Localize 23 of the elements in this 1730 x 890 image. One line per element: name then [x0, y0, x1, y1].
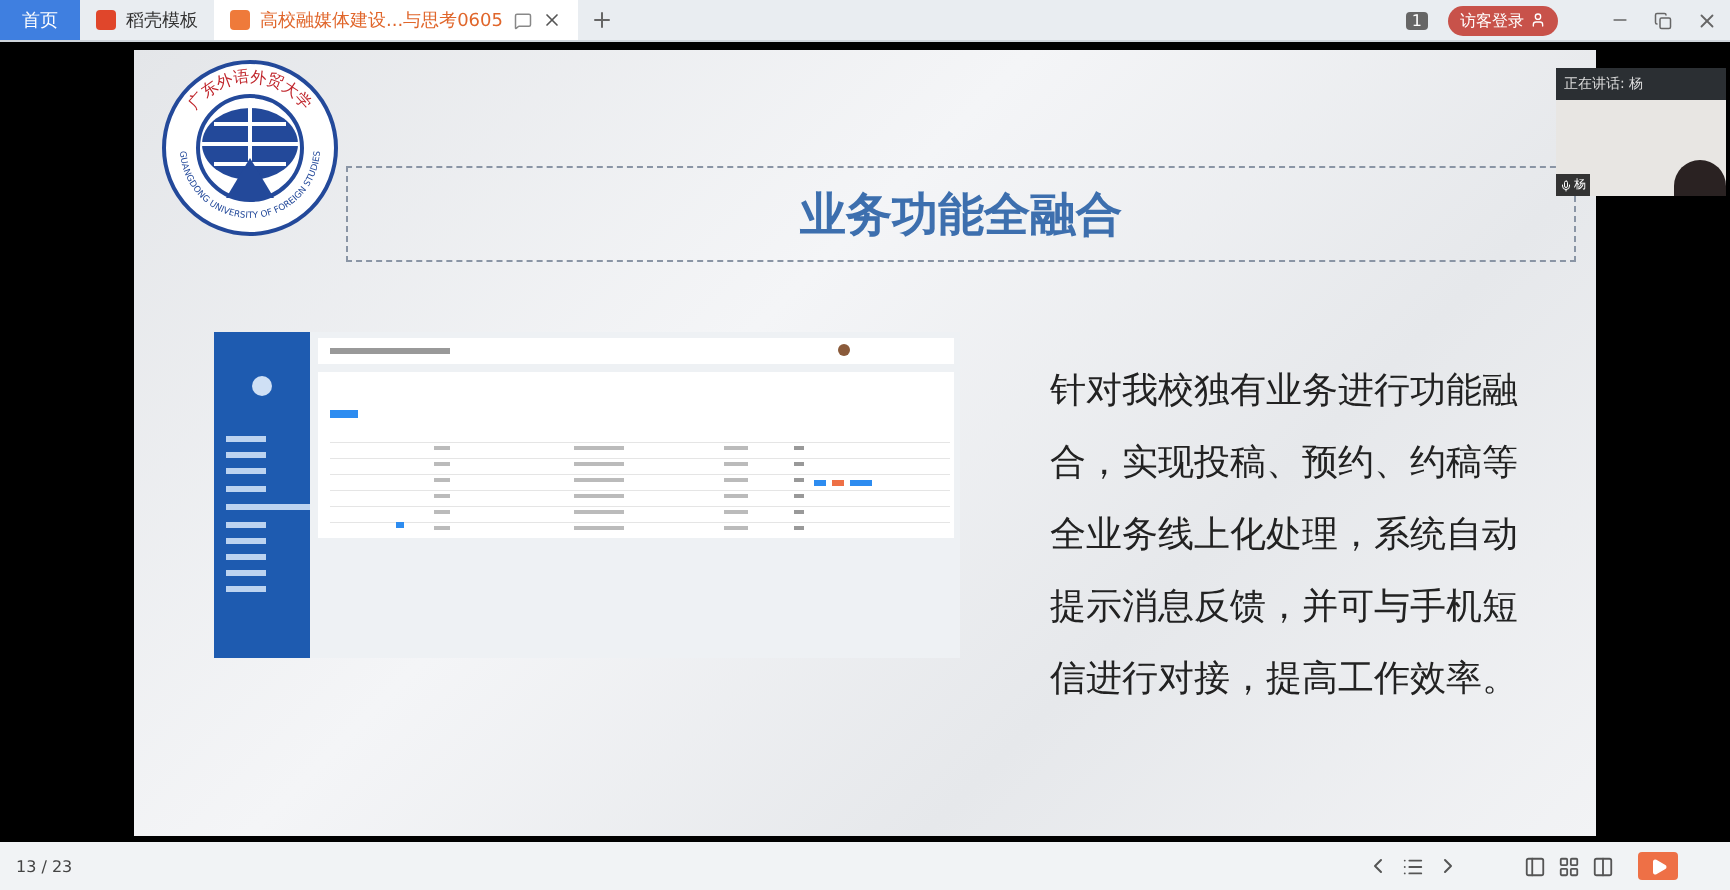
reading-view-icon[interactable]	[1592, 855, 1614, 877]
page-number: 13 / 23	[16, 857, 73, 875]
play-icon	[1649, 857, 1667, 875]
slide-paragraph: 针对我校独有业务进行功能融合，实现投稿、预约、约稿等全业务线上化处理，系统自动提示消息反馈，并可与手机短信进行对接，提高工作效率。	[1050, 368, 1520, 704]
close-icon[interactable]	[1696, 9, 1718, 31]
restore-icon[interactable]	[1654, 11, 1672, 29]
normal-view-icon[interactable]	[1524, 855, 1546, 877]
window-icon[interactable]	[513, 11, 531, 29]
list-icon[interactable]	[1402, 855, 1424, 877]
close-icon[interactable]	[541, 10, 561, 30]
microphone-icon	[1560, 179, 1572, 191]
person-silhouette	[1674, 160, 1726, 196]
tab-logo-icon	[96, 10, 116, 30]
login-button[interactable]: 访客登录	[1448, 5, 1558, 35]
slide-title: 业务功能全融合	[800, 187, 1122, 245]
window-count[interactable]: 1	[1405, 11, 1428, 29]
new-tab-icon[interactable]	[589, 8, 613, 32]
grid-view-icon[interactable]	[1558, 855, 1580, 877]
browser-tab[interactable]: 首页	[0, 0, 80, 40]
user-icon	[1530, 12, 1546, 28]
play-button[interactable]	[1638, 852, 1678, 880]
tab-logo-icon	[230, 10, 250, 30]
browser-tab[interactable]: 高校融媒体建设...与思考0605	[214, 0, 577, 40]
